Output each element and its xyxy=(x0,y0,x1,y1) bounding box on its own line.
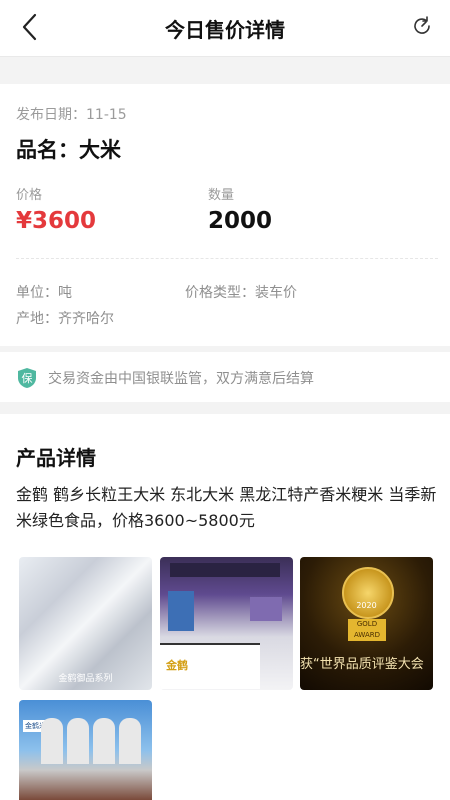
store-screen xyxy=(250,597,282,621)
product-image-award[interactable]: 2020 GOLD AWARD 获“世界品质评鉴大会 xyxy=(300,557,433,690)
silo xyxy=(93,718,115,764)
listing-card: 发布日期：11-15 品名：大米 价格 数量 ¥3600 2000 单位：吨 价… xyxy=(0,84,450,346)
publish-date: 发布日期：11-15 xyxy=(16,107,127,123)
origin-info: 产地：齐齐哈尔 xyxy=(16,311,114,327)
divider xyxy=(16,258,438,259)
product-image-store[interactable]: 金鹤 xyxy=(160,557,293,690)
product-description: 金鹤 鹤乡长粒王大米 东北大米 黑龙江特产香米粳米 当季新米绿色食品，价格360… xyxy=(16,485,437,530)
price-value: ¥3600 xyxy=(16,208,97,234)
store-banner xyxy=(170,563,280,577)
notice-text: 交易资金由中国银联监管，双方满意后结算 xyxy=(48,371,314,387)
product-image-silos[interactable]: 金鹤米业 xyxy=(19,700,152,800)
award-medal xyxy=(342,567,394,619)
price-label: 价格 xyxy=(16,188,43,203)
quantity-value: 2000 xyxy=(208,208,273,234)
gold-award-badge: GOLD AWARD xyxy=(348,619,386,641)
price-type-info: 价格类型：装车价 xyxy=(185,285,297,301)
refresh-icon[interactable] xyxy=(410,14,434,38)
page-title: 今日售价详情 xyxy=(165,18,285,42)
svg-text:保: 保 xyxy=(22,371,33,385)
award-year: 2020 xyxy=(356,601,377,610)
image-caption: 金鹤御品系列 xyxy=(58,674,113,684)
store-logo: 金鹤 xyxy=(166,659,188,672)
quantity-label: 数量 xyxy=(208,188,235,203)
product-image-rice[interactable]: 金鹤御品系列 xyxy=(19,557,152,690)
escrow-notice: 保 交易资金由中国银联监管，双方满意后结算 xyxy=(0,352,450,402)
app-header: 今日售价详情 xyxy=(0,0,450,57)
silo xyxy=(67,718,89,764)
image-caption: 获“世界品质评鉴大会 xyxy=(300,657,424,672)
silo xyxy=(119,718,141,764)
silo xyxy=(41,718,63,764)
product-name: 品名：大米 xyxy=(16,138,121,162)
store-screen xyxy=(168,591,194,631)
shield-icon: 保 xyxy=(18,368,36,388)
unit-info: 单位：吨 xyxy=(16,285,72,301)
section-title: 产品详情 xyxy=(16,446,96,470)
